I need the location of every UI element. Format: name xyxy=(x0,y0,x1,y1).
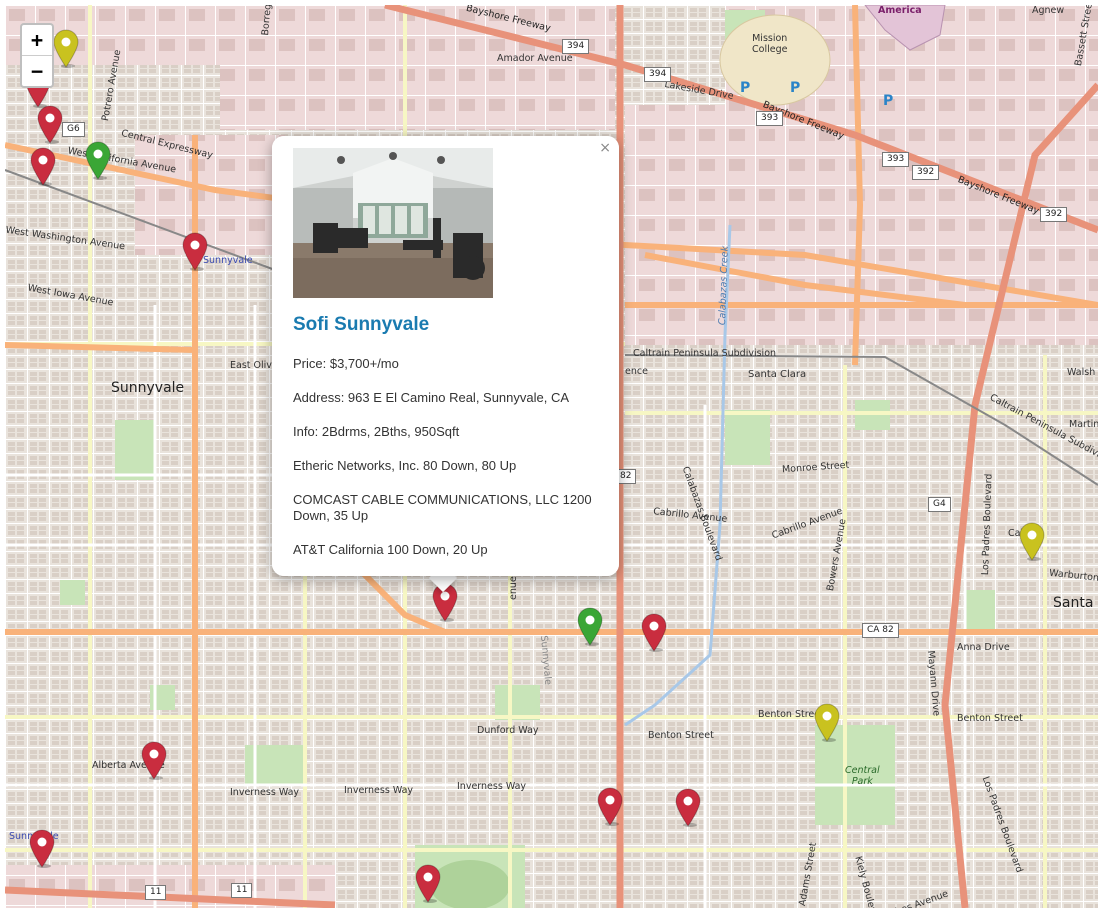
route-shield-g6: G6 xyxy=(62,122,85,137)
isp-etheric: Etheric Networks, Inc. 80 Down, 80 Up xyxy=(293,458,517,473)
listing-title[interactable]: Sofi Sunnyvale xyxy=(293,314,429,336)
popup-close-button[interactable]: × xyxy=(599,140,611,156)
route-shield-11a: 11 xyxy=(145,885,167,900)
map-marker-red[interactable] xyxy=(181,231,209,271)
map-marker-green[interactable] xyxy=(84,140,112,180)
route-shield-392b: 392 xyxy=(1040,207,1068,222)
parking-icon: P xyxy=(883,93,894,109)
route-shield-393a: 393 xyxy=(756,111,784,126)
listing-address: Address: 963 E El Camino Real, Sunnyvale… xyxy=(293,390,570,405)
map-marker-red[interactable] xyxy=(28,828,56,868)
map-marker-red[interactable] xyxy=(674,787,702,827)
parking-icon: P xyxy=(740,80,751,96)
route-shield-11b: 11 xyxy=(231,883,253,898)
zoom-in-button[interactable]: + xyxy=(22,25,52,55)
map-marker-yellow[interactable] xyxy=(1018,521,1046,561)
map-marker-red[interactable] xyxy=(29,146,57,186)
listing-price: Price: $3,700+/mo xyxy=(293,356,399,371)
zoom-control: + − xyxy=(20,23,54,88)
listing-popup: × Sofi Sunnyvale Price: $3,700+/mo Addre… xyxy=(272,136,619,576)
route-shield-393b: 393 xyxy=(882,152,910,167)
isp-att: AT&T California 100 Down, 20 Up xyxy=(293,542,488,557)
route-shield-394b: 394 xyxy=(644,67,672,82)
map-marker-red[interactable] xyxy=(36,104,64,144)
map-marker-red[interactable] xyxy=(140,740,168,780)
route-shield-ca82: CA 82 xyxy=(862,623,899,638)
map-marker-yellow[interactable] xyxy=(52,28,80,68)
route-shield-394a: 394 xyxy=(562,39,590,54)
listing-photo xyxy=(293,148,493,298)
zoom-out-button[interactable]: − xyxy=(22,55,52,86)
route-shield-392a: 392 xyxy=(912,165,940,180)
map-marker-red[interactable] xyxy=(640,612,668,652)
map-marker-yellow[interactable] xyxy=(813,702,841,742)
map-marker-red[interactable] xyxy=(414,863,442,903)
fitness-room-photo-image xyxy=(293,148,493,298)
route-shield-g4: G4 xyxy=(928,497,951,512)
listing-info: Info: 2Bdrms, 2Bths, 950Sqft xyxy=(293,424,460,439)
parking-icon: P xyxy=(790,80,801,96)
isp-comcast: COMCAST CABLE COMMUNICATIONS, LLC 1200 D… xyxy=(293,492,592,523)
map-marker-red[interactable] xyxy=(596,786,624,826)
map-marker-green[interactable] xyxy=(576,606,604,646)
